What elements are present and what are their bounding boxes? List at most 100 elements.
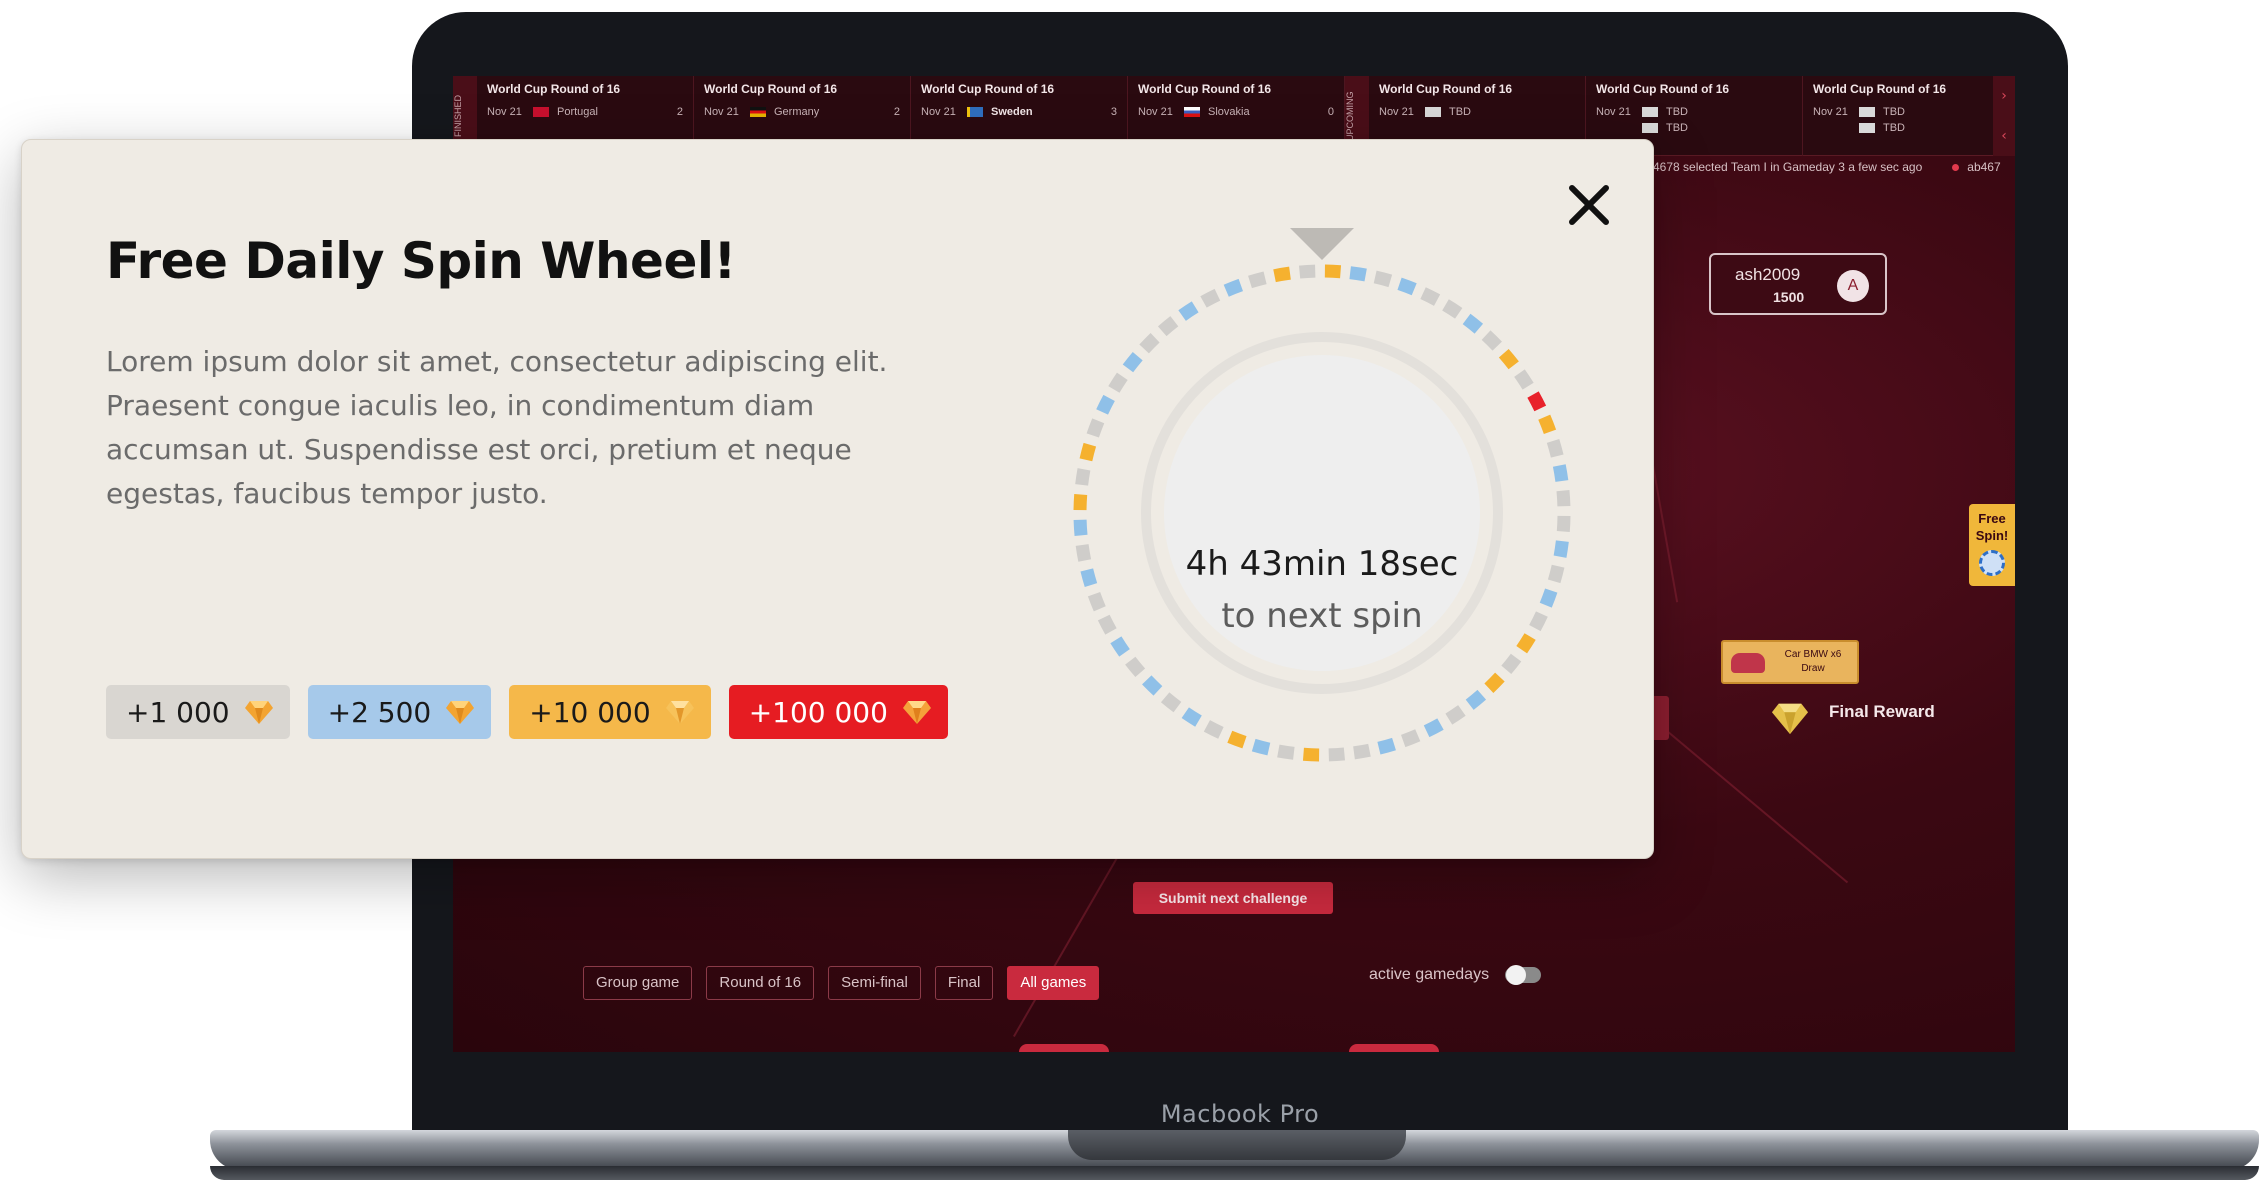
wheel-segment	[1420, 287, 1441, 306]
car-reward-text: Car BMW x6 Draw	[1773, 648, 1853, 676]
wheel-segment	[1073, 493, 1088, 511]
wheel-segment	[1328, 747, 1346, 762]
reward-amount: +2 500	[327, 695, 432, 729]
team-flag	[1425, 107, 1441, 117]
wheel-segment	[1251, 738, 1271, 756]
wheel-segment	[1277, 744, 1295, 760]
team-flag	[750, 107, 766, 117]
filter-semi-final[interactable]: Semi-final	[828, 966, 921, 1000]
spin-timer-caption: to next spin	[1221, 596, 1423, 636]
match-stage: World Cup Round of 16	[921, 82, 1055, 96]
team-flag	[967, 107, 983, 117]
bottom-nodes	[453, 1044, 2015, 1052]
wheel-segment	[1514, 369, 1534, 390]
diamond-icon	[665, 701, 694, 724]
free-spin-tab[interactable]: Free Spin!	[1969, 504, 2015, 586]
car-reward-card[interactable]: Car BMW x6 Draw	[1721, 640, 1859, 684]
page-stage: FINISHED World Cup Round of 16 Nov 21 Por…	[0, 0, 2259, 1185]
match-team: TBD	[1449, 106, 1471, 118]
match-team: Slovakia	[1208, 106, 1250, 118]
reward-amount: +100 000	[748, 695, 888, 729]
match-team: TBD	[1666, 106, 1688, 118]
team-flag	[1184, 107, 1200, 117]
wheel-segment	[1086, 418, 1105, 438]
wheel-pointer-icon	[1290, 228, 1354, 260]
match-score: 2	[893, 106, 900, 118]
wheel-segment	[1501, 653, 1522, 675]
spin-wheel[interactable]: 4h 43min 18sec to next spin	[1062, 210, 1582, 770]
wheel-segment	[1442, 299, 1463, 319]
filter-final[interactable]: Final	[934, 966, 994, 1000]
wheel-segment	[1227, 730, 1247, 749]
wheel-segment	[1248, 271, 1267, 289]
reward-chip: +1 000	[106, 685, 290, 739]
chevron-left-icon[interactable]: ‹	[1993, 116, 2015, 156]
reward-chip: +10 000	[509, 685, 711, 739]
team-flag	[1859, 123, 1875, 133]
car-reward-line: Car BMW x6	[1784, 649, 1842, 660]
wheel-segment	[1498, 348, 1519, 370]
free-spin-label: Spin!	[1975, 528, 2009, 543]
reward-chip: +100 000	[728, 685, 948, 739]
wheel-segment	[1462, 313, 1484, 334]
wheel-segment	[1400, 729, 1421, 748]
wheel-segment	[1546, 439, 1564, 458]
car-reward-line: Draw	[1801, 663, 1825, 674]
reward-chip: +2 500	[307, 685, 492, 739]
wheel-segment	[1298, 264, 1316, 279]
chevron-right-icon[interactable]: ›	[1993, 76, 2015, 116]
wheel-segment	[1481, 330, 1502, 351]
avatar[interactable]: A	[1837, 270, 1869, 302]
spin-wheel-modal: Free Daily Spin Wheel! Lorem ipsum dolor…	[21, 139, 1654, 859]
diamond-icon	[902, 701, 931, 724]
wheel-segment	[1181, 707, 1202, 727]
wheel-segment	[1125, 656, 1146, 678]
filter-group-game[interactable]: Group game	[583, 966, 693, 1000]
match-team-2: TBD	[1666, 122, 1688, 134]
activity-ticker: 4678 selected Team I in Gameday 3 a few …	[1653, 160, 2001, 174]
wheel-segment	[1110, 636, 1130, 657]
submit-challenge-button[interactable]: Submit next challenge	[1133, 882, 1333, 914]
match-team: TBD	[1883, 106, 1905, 118]
wheel-segment	[1324, 264, 1342, 279]
car-icon	[1731, 653, 1765, 673]
wheel-segment	[1516, 633, 1536, 654]
wheel-segment	[1122, 351, 1143, 373]
filter-round-of-16[interactable]: Round of 16	[706, 966, 815, 1000]
wheel-segment	[1073, 519, 1088, 537]
scoreboard-arrows: › ‹	[1993, 76, 2015, 156]
wheel-segment	[1556, 515, 1571, 533]
match-score: 0	[1327, 106, 1334, 118]
reward-amount: +10 000	[529, 695, 651, 729]
free-spin-label: Free	[1978, 511, 2006, 526]
modal-title: Free Daily Spin Wheel!	[106, 232, 736, 290]
wheel-segment	[1349, 266, 1367, 282]
active-gamedays-control: active gamedays	[1369, 965, 1542, 985]
match-date: Nov 21	[704, 106, 739, 118]
wheel-segment	[1527, 391, 1547, 412]
spin-timer: 4h 43min 18sec	[1185, 544, 1459, 584]
wheel-segment	[1273, 266, 1291, 283]
wheel-segment	[1538, 414, 1557, 435]
match-stage: World Cup Round of 16	[487, 82, 621, 96]
wheel-segment	[1377, 737, 1396, 755]
device-model-label: Macbook Pro	[1160, 1100, 1320, 1128]
gamedays-toggle[interactable]	[1505, 965, 1542, 985]
match-card[interactable]: World Cup Round of 16 Nov 21 TBD TBD	[1803, 76, 1993, 156]
diamond-icon	[1771, 703, 1809, 735]
wheel-segment	[1079, 442, 1097, 462]
reward-amount: +1 000	[126, 695, 230, 729]
laptop-bottom-bezel: Macbook Pro	[418, 1052, 2062, 1134]
match-stage: World Cup Round of 16	[1813, 82, 1947, 96]
laptop-notch	[1068, 1130, 1406, 1160]
wheel-segment	[1484, 672, 1505, 693]
user-points: 1500	[1773, 289, 1805, 305]
filter-all-games[interactable]: All games	[1007, 966, 1100, 1000]
match-date: Nov 21	[1596, 106, 1631, 118]
wheel-segment	[1108, 372, 1128, 393]
match-stage: World Cup Round of 16	[704, 82, 838, 96]
wheel-segment	[1373, 270, 1393, 288]
user-card[interactable]: ash2009 1500 A	[1709, 253, 1887, 315]
match-stage: World Cup Round of 16	[1379, 82, 1513, 96]
wheel-segment	[1160, 692, 1182, 713]
